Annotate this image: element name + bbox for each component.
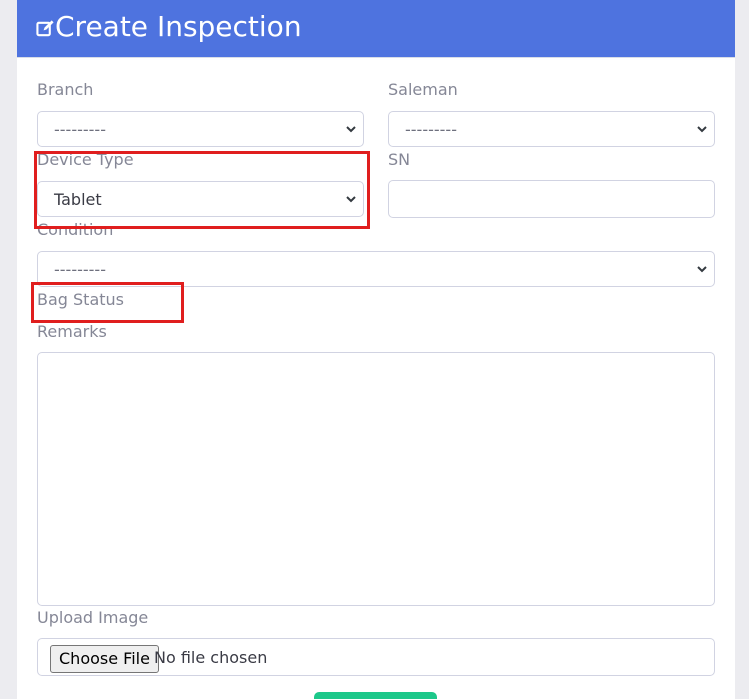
sn-input[interactable]	[388, 180, 715, 218]
remarks-label: Remarks	[37, 322, 107, 341]
inspection-card: Create Inspection Branch --------- Salem…	[17, 0, 735, 699]
page-title: Create Inspection	[55, 10, 302, 43]
chevron-down-icon	[697, 266, 707, 273]
choose-file-button[interactable]: Choose File	[50, 645, 159, 673]
branch-select-value: ---------	[54, 120, 106, 139]
upload-image-field: Choose File No file chosen	[37, 638, 715, 676]
chevron-down-icon	[697, 126, 707, 133]
saleman-select-value: ---------	[405, 120, 457, 139]
annotation-box-bag-status	[31, 282, 184, 323]
branch-select[interactable]: ---------	[37, 111, 364, 147]
saleman-label: Saleman	[388, 80, 458, 99]
card-header: Create Inspection	[17, 0, 735, 58]
annotation-box-device-type	[34, 151, 370, 229]
remarks-textarea[interactable]	[37, 352, 715, 606]
condition-select-value: ---------	[54, 260, 106, 279]
chevron-down-icon	[346, 126, 356, 133]
saleman-select[interactable]: ---------	[388, 111, 715, 147]
edit-icon	[36, 20, 54, 37]
file-status: No file chosen	[154, 648, 268, 667]
submit-button[interactable]	[314, 692, 437, 699]
sn-label: SN	[388, 150, 411, 169]
upload-image-label: Upload Image	[37, 608, 149, 627]
branch-label: Branch	[37, 80, 94, 99]
